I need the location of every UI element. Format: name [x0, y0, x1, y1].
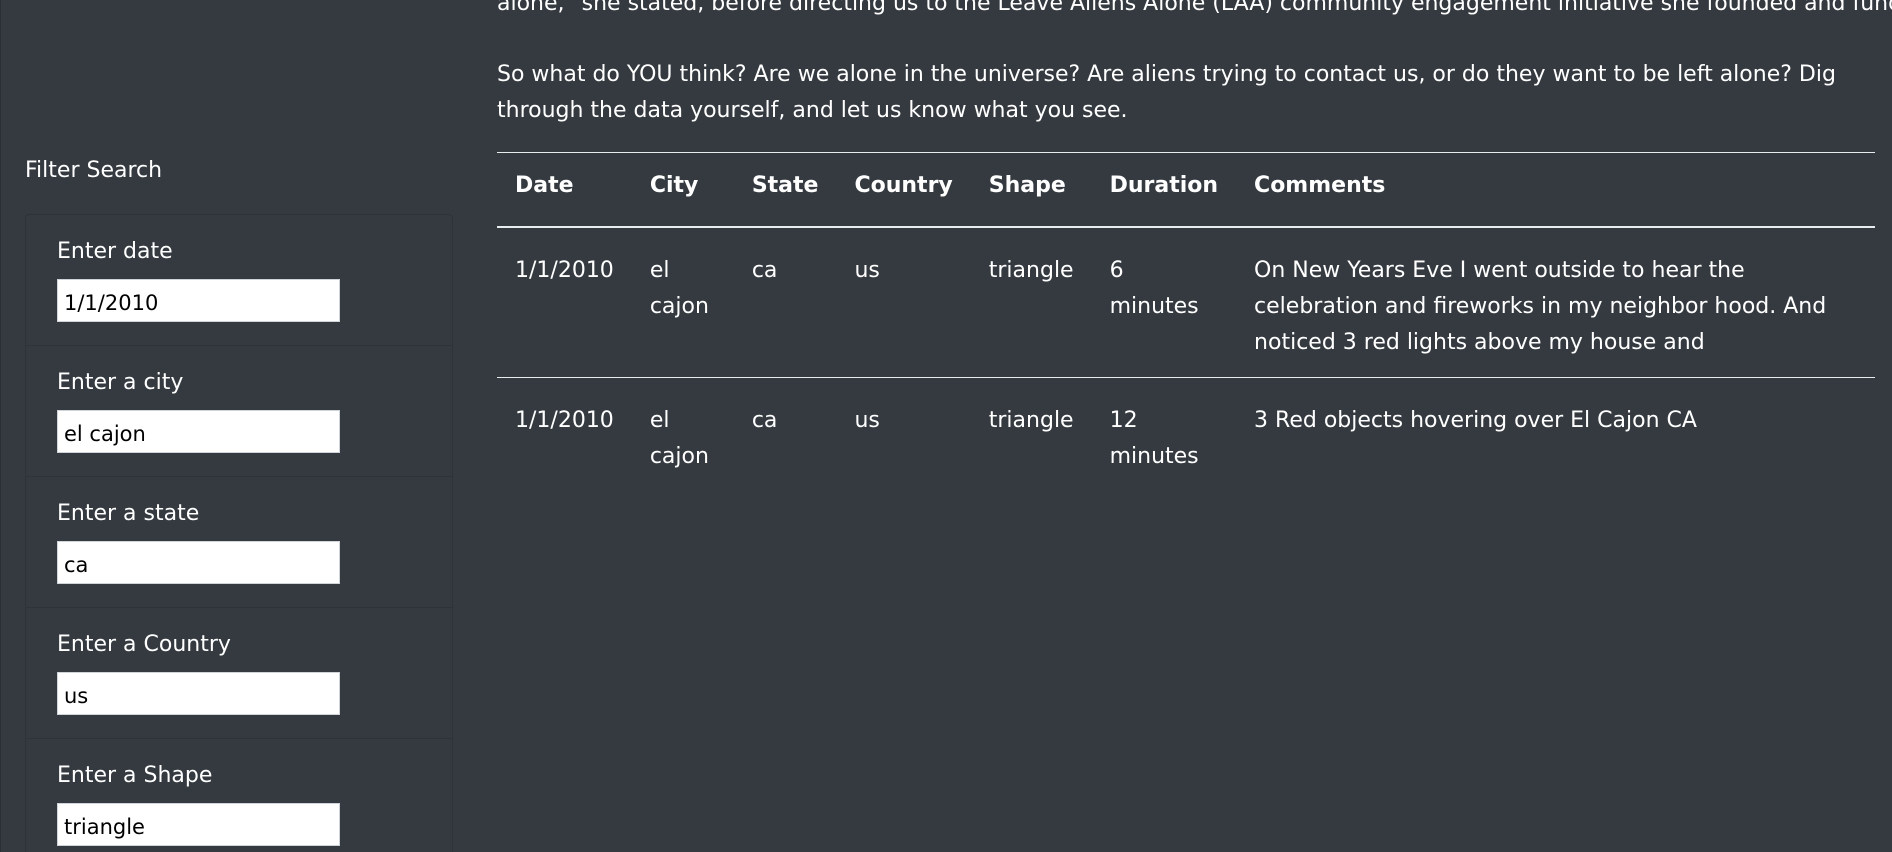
cell-country: us — [854, 407, 880, 433]
cell-comments: On New Years Eve I went outside to hear … — [1236, 226, 1875, 378]
date-filter-input[interactable] — [57, 279, 340, 322]
shape-filter-label: Enter a Shape — [57, 763, 213, 788]
state-filter-input[interactable] — [57, 541, 340, 584]
filter-item-state: Enter a state — [26, 477, 452, 608]
ufo-sightings-table: Date City State Country Shape Duration C… — [497, 152, 1875, 491]
column-header-date: Date — [497, 152, 632, 228]
article-paragraph-question: So what do YOU think? Are we alone in th… — [497, 62, 1836, 123]
shape-filter-input[interactable] — [57, 803, 340, 846]
filter-item-date: Enter date — [26, 215, 452, 346]
column-header-city: City — [631, 152, 734, 228]
cell-state: ca — [751, 407, 778, 433]
filter-sidebar: Filter Search Enter date Enter a city En… — [0, 0, 470, 852]
cell-shape: triangle — [988, 407, 1074, 433]
date-filter-label: Enter date — [57, 239, 173, 264]
cell-city: el cajon — [631, 226, 734, 378]
column-header-state: State — [733, 152, 837, 228]
cell-state: ca — [733, 226, 837, 378]
filter-search-title: Filter Search — [25, 158, 163, 183]
cell-date: 1/1/2010 — [515, 407, 614, 433]
country-filter-label: Enter a Country — [57, 632, 231, 657]
table-row: 1/1/2010 el cajon ca us triangle 12 minu… — [497, 377, 1875, 491]
filter-item-city: Enter a city — [26, 346, 452, 477]
filter-list: Enter date Enter a city Enter a state En… — [25, 214, 453, 852]
main-content: alone," she stated, before directing us … — [497, 0, 1892, 852]
table-body: 1/1/2010 el cajon ca us triangle 6 minut… — [497, 226, 1875, 491]
cell-comments: 3 Red objects hovering over El Cajon CA — [1254, 407, 1697, 433]
cell-duration: 12 minutes — [1109, 407, 1199, 469]
city-filter-input[interactable] — [57, 410, 340, 453]
cell-date: 1/1/2010 — [497, 226, 632, 378]
cell-duration: 6 minutes — [1091, 226, 1237, 378]
page: Filter Search Enter date Enter a city En… — [0, 0, 1892, 852]
cell-shape: triangle — [970, 226, 1092, 378]
column-header-shape: Shape — [970, 152, 1092, 228]
table-header-row: Date City State Country Shape Duration C… — [497, 152, 1875, 228]
column-header-comments: Comments — [1236, 152, 1875, 228]
cell-city: el cajon — [649, 407, 709, 469]
column-header-duration: Duration — [1091, 152, 1237, 228]
country-filter-input[interactable] — [57, 672, 340, 715]
state-filter-label: Enter a state — [57, 501, 200, 526]
table-header: Date City State Country Shape Duration C… — [497, 152, 1875, 228]
table-row: 1/1/2010 el cajon ca us triangle 6 minut… — [497, 226, 1875, 378]
city-filter-label: Enter a city — [57, 370, 184, 395]
cell-country: us — [836, 226, 971, 378]
filter-item-shape: Enter a Shape — [26, 739, 452, 852]
column-header-country: Country — [836, 152, 971, 228]
filter-item-country: Enter a Country — [26, 608, 452, 739]
article-paragraph-top: alone," she stated, before directing us … — [497, 0, 1892, 16]
